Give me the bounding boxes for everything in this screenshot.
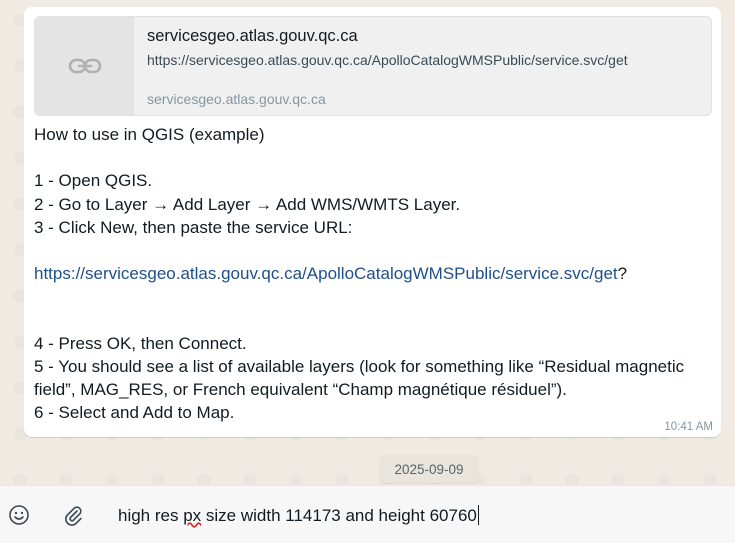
step-1: 1 - Open QGIS. (34, 171, 153, 191)
link-preview[interactable]: servicesgeo.atlas.gouv.qc.ca https://ser… (34, 16, 712, 116)
paperclip-icon (65, 506, 82, 526)
text-caret (477, 505, 479, 525)
service-url-line: https://servicesgeo.atlas.gouv.qc.ca/Apo… (34, 262, 714, 285)
preview-domain: servicesgeo.atlas.gouv.qc.ca (147, 91, 326, 107)
step-4: 4 - Press OK, then Connect. (34, 333, 247, 353)
input-text-end: size width 114173 and height 60760 (201, 506, 477, 525)
date-chip: 2025-09-09 (379, 455, 479, 483)
message-input[interactable]: high res px size width 114173 and height… (118, 505, 479, 526)
step-6: 6 - Select and Add to Map. (34, 403, 235, 423)
message-timestamp: 10:41 AM (664, 421, 713, 433)
attach-button[interactable] (61, 503, 85, 527)
step-5: 5 - You should see a list of available l… (34, 356, 685, 400)
link-icon (68, 58, 101, 74)
preview-title: servicesgeo.atlas.gouv.qc.ca (147, 27, 358, 45)
misspelled-word: px (183, 506, 202, 525)
preview-url: https://servicesgeo.atlas.gouv.qc.ca/Apo… (147, 52, 628, 68)
step-3: 3 - Click New, then paste the service UR… (34, 217, 353, 237)
emoji-icon (9, 505, 29, 525)
link-suffix: ? (617, 264, 628, 284)
composer-bar: high res px size width 114173 and height… (0, 485, 735, 543)
message-heading: How to use in QGIS (example) (34, 125, 265, 144)
emoji-button[interactable] (7, 503, 31, 527)
step-2: 2 - Go to Layer → Add Layer → Add WMS/WM… (34, 194, 461, 214)
message-text: How to use in QGIS (example) 1 - Open QG… (34, 123, 714, 424)
preview-thumbnail (35, 17, 134, 115)
message-bubble: servicesgeo.atlas.gouv.qc.ca https://ser… (24, 7, 721, 437)
input-text-start: high res (118, 506, 184, 525)
service-url-link[interactable]: https://servicesgeo.atlas.gouv.qc.ca/Apo… (34, 264, 618, 283)
